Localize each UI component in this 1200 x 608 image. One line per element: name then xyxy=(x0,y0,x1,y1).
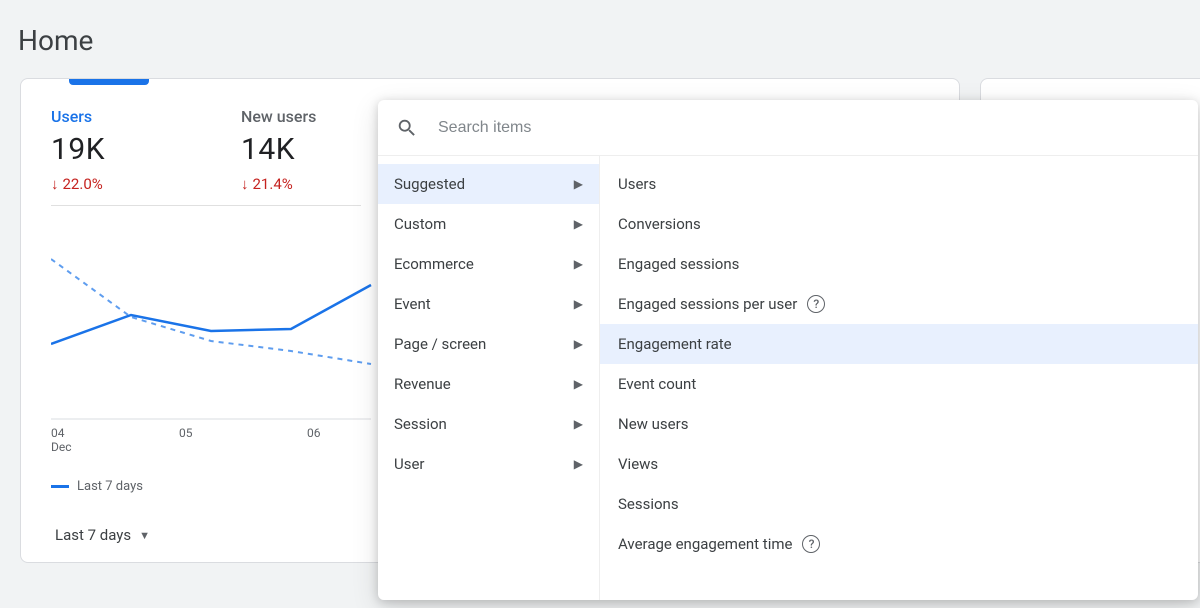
category-suggested[interactable]: Suggested ▶ xyxy=(378,164,599,204)
metric-item-engaged-sessions-per-user[interactable]: Engaged sessions per user ? xyxy=(600,284,1198,324)
metric-item-new-users[interactable]: New users xyxy=(600,404,1198,444)
metric-item-users[interactable]: Users xyxy=(600,164,1198,204)
category-user[interactable]: User ▶ xyxy=(378,444,599,484)
x-tick: 06 xyxy=(307,426,321,440)
metric-picker-popover: Suggested ▶ Custom ▶ Ecommerce ▶ Event ▶… xyxy=(378,100,1198,600)
down-arrow-icon: ↓ xyxy=(241,177,249,192)
category-label: Revenue xyxy=(394,375,451,393)
popover-panels: Suggested ▶ Custom ▶ Ecommerce ▶ Event ▶… xyxy=(378,156,1198,600)
category-label: Session xyxy=(394,415,447,433)
x-tick: 05 xyxy=(179,426,193,440)
item-label: Event count xyxy=(618,375,696,393)
metric-item-views[interactable]: Views xyxy=(600,444,1198,484)
category-custom[interactable]: Custom ▶ xyxy=(378,204,599,244)
category-event[interactable]: Event ▶ xyxy=(378,284,599,324)
chevron-right-icon: ▶ xyxy=(574,377,583,391)
metric-value: 19K xyxy=(51,132,151,167)
chevron-right-icon: ▶ xyxy=(574,457,583,471)
category-label: Event xyxy=(394,295,431,313)
metric-new-users[interactable]: New users 14K ↓ 21.4% xyxy=(241,107,341,193)
category-label: Suggested xyxy=(394,175,465,193)
category-ecommerce[interactable]: Ecommerce ▶ xyxy=(378,244,599,284)
metric-change-value: 22.0% xyxy=(63,175,103,193)
search-row xyxy=(378,100,1198,156)
metric-value: 14K xyxy=(241,132,341,167)
category-label: Ecommerce xyxy=(394,255,474,273)
chevron-right-icon: ▶ xyxy=(574,337,583,351)
chevron-right-icon: ▶ xyxy=(574,417,583,431)
metric-title: Users xyxy=(51,107,151,126)
chevron-right-icon: ▶ xyxy=(574,177,583,191)
metric-title: New users xyxy=(241,107,341,126)
category-label: Custom xyxy=(394,215,446,233)
metrics-column: Users Conversions Engaged sessions Engag… xyxy=(600,156,1198,600)
item-label: Average engagement time xyxy=(618,535,792,553)
item-label: New users xyxy=(618,415,688,433)
category-label: User xyxy=(394,455,425,473)
item-label: Sessions xyxy=(618,495,679,513)
page-title: Home xyxy=(0,0,1200,75)
category-column: Suggested ▶ Custom ▶ Ecommerce ▶ Event ▶… xyxy=(378,156,600,600)
info-icon[interactable]: ? xyxy=(807,295,825,313)
chevron-right-icon: ▶ xyxy=(574,257,583,271)
category-revenue[interactable]: Revenue ▶ xyxy=(378,364,599,404)
category-page-screen[interactable]: Page / screen ▶ xyxy=(378,324,599,364)
chart-legend: Last 7 days xyxy=(51,479,391,494)
metric-item-sessions[interactable]: Sessions xyxy=(600,484,1198,524)
range-label: Last 7 days xyxy=(55,526,131,544)
chart-series-current xyxy=(51,285,371,344)
item-label: Users xyxy=(618,175,656,193)
metric-change: ↓ 22.0% xyxy=(51,175,151,193)
legend-label: Last 7 days xyxy=(77,479,143,494)
info-icon[interactable]: ? xyxy=(802,535,820,553)
metric-item-avg-engagement-time[interactable]: Average engagement time ? xyxy=(600,524,1198,564)
chevron-right-icon: ▶ xyxy=(574,297,583,311)
metric-change-value: 21.4% xyxy=(253,175,293,193)
metric-item-engaged-sessions[interactable]: Engaged sessions xyxy=(600,244,1198,284)
metric-item-conversions[interactable]: Conversions xyxy=(600,204,1198,244)
category-label: Page / screen xyxy=(394,335,486,353)
metric-item-engagement-rate[interactable]: Engagement rate xyxy=(600,324,1198,364)
divider xyxy=(51,205,361,206)
item-label: Engagement rate xyxy=(618,335,732,353)
chevron-down-icon: ▼ xyxy=(139,529,150,542)
date-range-dropdown[interactable]: Last 7 days ▼ xyxy=(55,526,150,544)
metric-change: ↓ 21.4% xyxy=(241,175,341,193)
legend-swatch-icon xyxy=(51,485,69,488)
metric-item-event-count[interactable]: Event count xyxy=(600,364,1198,404)
metric-users[interactable]: Users 19K ↓ 22.0% xyxy=(51,107,151,193)
item-label: Conversions xyxy=(618,215,701,233)
item-label: Engaged sessions per user xyxy=(618,295,797,313)
search-input[interactable] xyxy=(438,119,1180,137)
x-tick: 04 xyxy=(51,426,65,440)
chart: 04 Dec 05 06 Last 7 days xyxy=(51,249,391,509)
x-tick-month: Dec xyxy=(51,440,72,454)
item-label: Views xyxy=(618,455,658,473)
search-icon xyxy=(396,117,418,139)
chart-svg: 04 Dec 05 06 xyxy=(51,249,391,459)
category-session[interactable]: Session ▶ xyxy=(378,404,599,444)
down-arrow-icon: ↓ xyxy=(51,177,59,192)
item-label: Engaged sessions xyxy=(618,255,739,273)
chevron-right-icon: ▶ xyxy=(574,217,583,231)
